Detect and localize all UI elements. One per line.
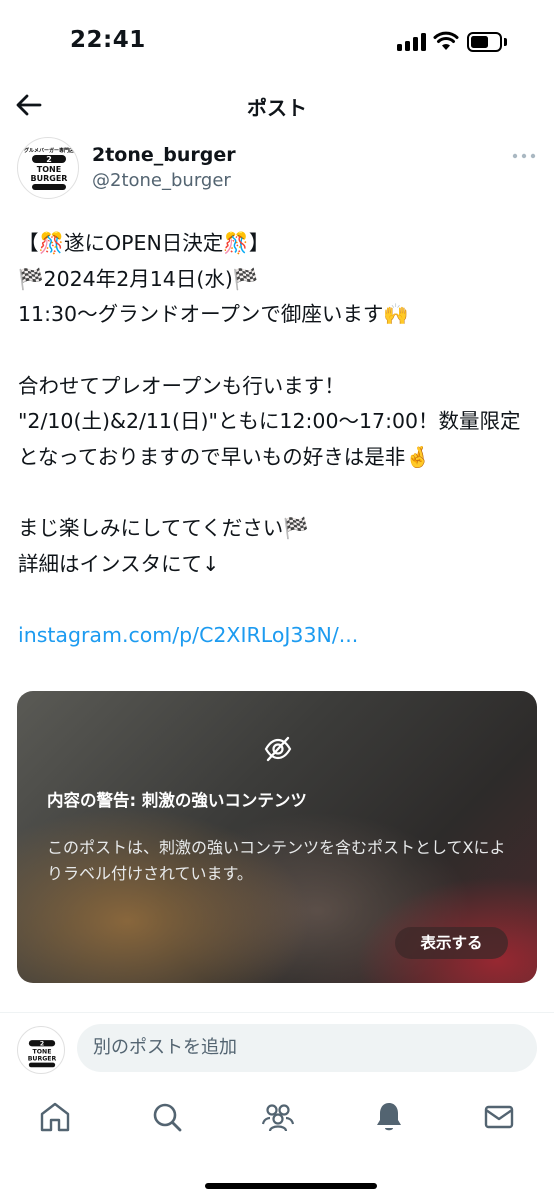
post-line: 11:30〜グランドオープンで御座います🙌 bbox=[18, 302, 409, 326]
battery-icon bbox=[467, 32, 507, 52]
svg-text:2: 2 bbox=[40, 1041, 44, 1048]
eye-off-icon bbox=[264, 736, 292, 762]
user-avatar[interactable]: 2 TONE BURGER bbox=[17, 1026, 65, 1074]
post-line: 詳細はインスタにて↓ bbox=[18, 551, 220, 576]
notifications-icon[interactable] bbox=[372, 1100, 406, 1134]
post-line: 合わせてプレオープンも行います！ bbox=[18, 373, 345, 398]
post-line: "2/10(土)&2/11(日)"ともに12:00〜17:00！数量限定となって… bbox=[18, 409, 521, 469]
svg-text:2: 2 bbox=[46, 155, 52, 164]
more-options-icon[interactable] bbox=[512, 152, 536, 160]
status-time: 22:41 bbox=[70, 27, 146, 53]
communities-icon[interactable] bbox=[261, 1100, 295, 1134]
post-line: 🏁2024年2月14日(水)🏁 bbox=[18, 266, 259, 291]
warning-title: 内容の警告: 刺激の強いコンテンツ bbox=[47, 791, 307, 810]
page-title: ポスト bbox=[247, 96, 307, 120]
home-indicator[interactable] bbox=[205, 1183, 377, 1189]
messages-icon[interactable] bbox=[482, 1100, 516, 1134]
svg-text:TONE: TONE bbox=[37, 165, 61, 174]
svg-text:TONE: TONE bbox=[33, 1048, 52, 1055]
divider bbox=[0, 1012, 554, 1013]
status-bar: 22:41 bbox=[0, 0, 554, 86]
reply-input[interactable]: 別のポストを追加 bbox=[77, 1024, 537, 1072]
home-icon[interactable] bbox=[38, 1100, 72, 1134]
search-icon[interactable] bbox=[150, 1100, 184, 1134]
author-handle[interactable]: @2tone_burger bbox=[92, 170, 231, 191]
wifi-icon bbox=[433, 31, 459, 50]
burger-logo-icon: グルメバーガー専門店 2 TONE BURGER bbox=[24, 147, 74, 190]
post-line: まじ楽しみにしててください🏁 bbox=[18, 516, 309, 540]
svg-text:BURGER: BURGER bbox=[28, 1055, 57, 1062]
warning-description: このポストは、刺激の強いコンテンツを含むポストとしてXによりラベル付けされていま… bbox=[47, 838, 506, 883]
svg-text:グルメバーガー専門店: グルメバーガー専門店 bbox=[24, 147, 74, 154]
svg-text:BURGER: BURGER bbox=[31, 174, 68, 183]
show-button[interactable]: 表示する bbox=[395, 927, 508, 959]
burger-logo-icon: 2 TONE BURGER bbox=[28, 1040, 57, 1068]
post-text: 【🎊遂にOPEN日決定🎊】 🏁2024年2月14日(水)🏁 11:30〜グランド… bbox=[18, 226, 538, 654]
instagram-link[interactable]: instagram.com/p/C2XIRLoJ33N/... bbox=[18, 618, 538, 654]
author-avatar[interactable]: グルメバーガー専門店 2 TONE BURGER bbox=[17, 137, 79, 199]
author-name[interactable]: 2tone_burger bbox=[92, 144, 236, 166]
post-line: 【🎊遂にOPEN日決定🎊】 bbox=[18, 231, 270, 255]
sensitive-media-card[interactable]: 内容の警告: 刺激の強いコンテンツ このポストは、刺激の強いコンテンツを含むポス… bbox=[17, 691, 537, 983]
cellular-signal-icon bbox=[397, 33, 427, 51]
top-nav: ポスト bbox=[0, 86, 554, 130]
